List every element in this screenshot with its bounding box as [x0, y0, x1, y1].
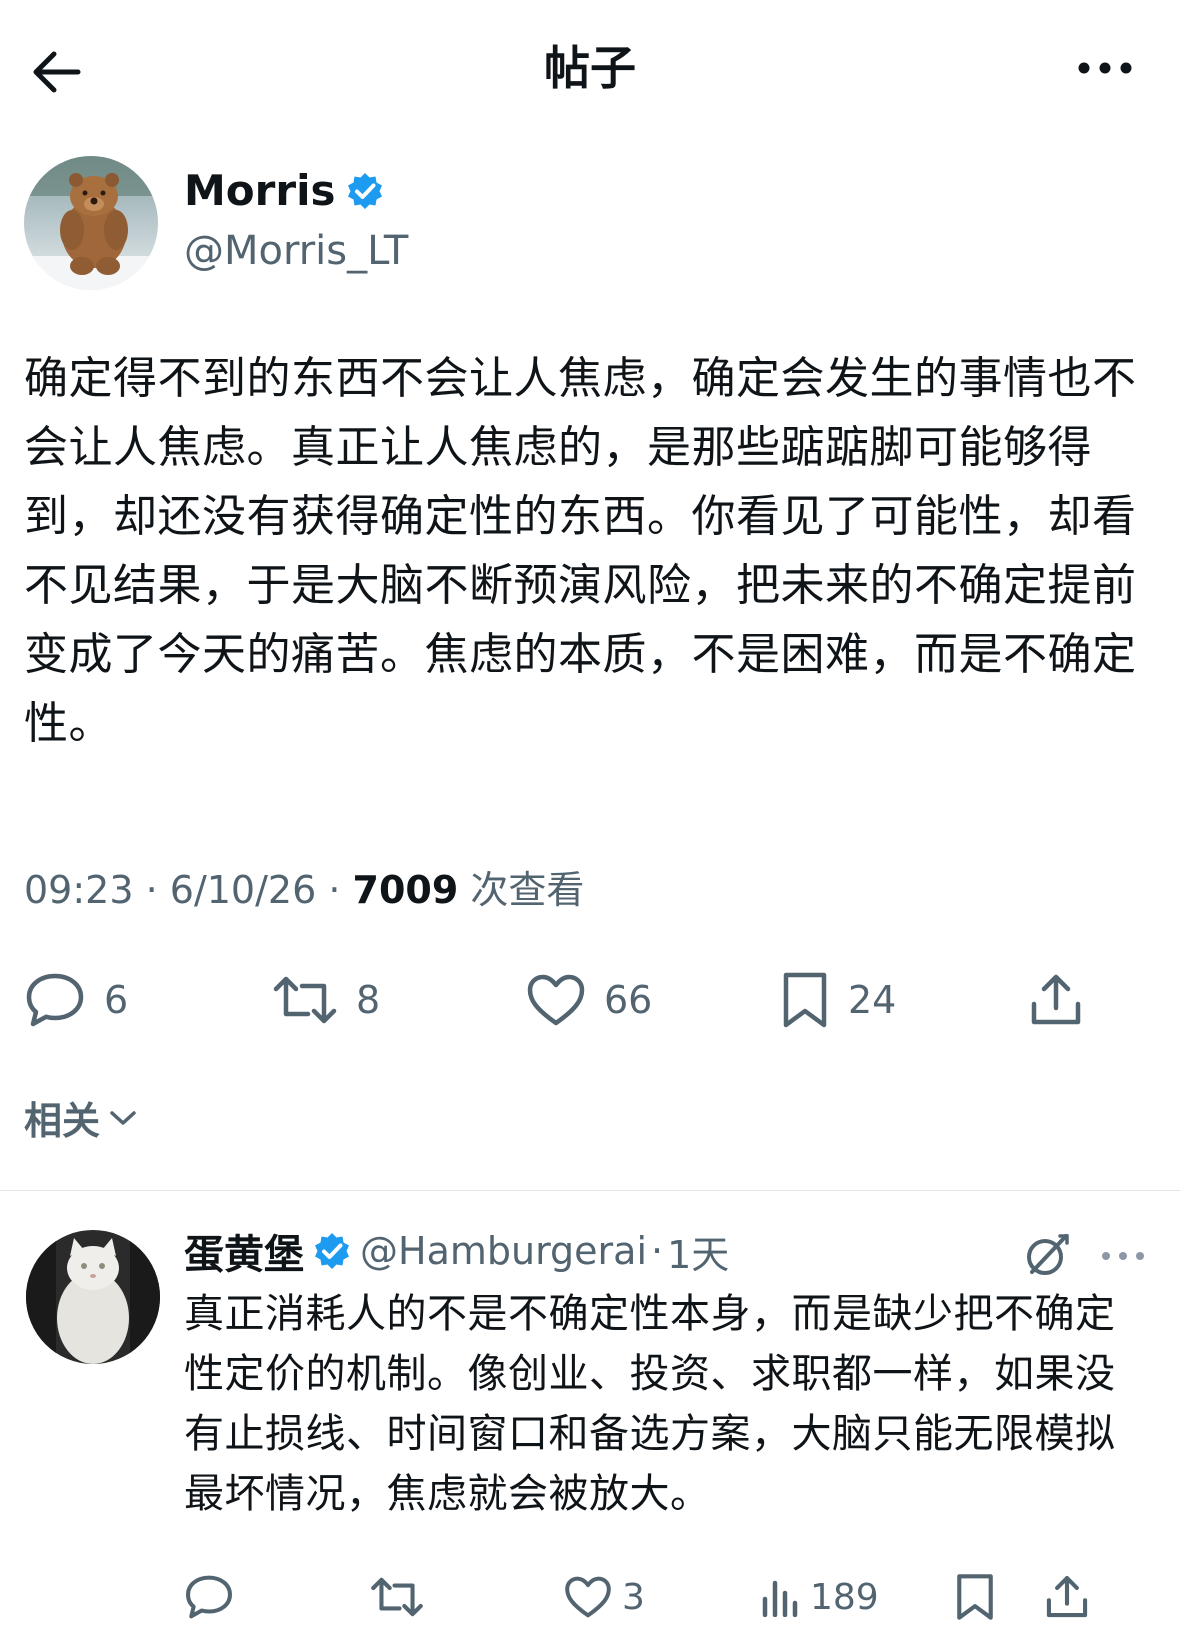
- author-avatar[interactable]: [24, 156, 158, 290]
- meta-separator: ·: [316, 868, 353, 912]
- repost-icon: [273, 976, 337, 1024]
- reply-header: 蛋黄堡 @Hamburgerai · 1天: [184, 1224, 729, 1278]
- reply-count: 6: [104, 978, 129, 1022]
- reply-icon: [26, 973, 84, 1027]
- more-horizontal-icon: [1078, 62, 1132, 74]
- post-time: 09:23: [24, 868, 134, 912]
- reply-button[interactable]: 6: [24, 960, 128, 1040]
- bookmark-icon: [783, 972, 827, 1028]
- reply-actions: 3 189: [184, 1562, 1154, 1632]
- reply-more-button[interactable]: [1100, 1236, 1150, 1276]
- more-button[interactable]: [1070, 48, 1140, 88]
- bookmark-count: 24: [848, 978, 897, 1022]
- reply-repost-button[interactable]: [370, 1562, 424, 1632]
- like-button[interactable]: 66: [526, 960, 652, 1040]
- reply-bookmark-button[interactable]: [954, 1562, 996, 1632]
- reply-post[interactable]: 蛋黄堡 @Hamburgerai · 1天 真正消耗人的不是不确定性本身，而是缺…: [0, 1200, 1180, 1652]
- more-horizontal-icon: [1102, 1252, 1144, 1260]
- share-icon: [1046, 1576, 1088, 1618]
- top-bar: 帖子: [0, 0, 1180, 140]
- author-handle[interactable]: @Morris_LT: [184, 226, 408, 276]
- heart-icon: [527, 974, 585, 1026]
- share-button[interactable]: [1028, 960, 1084, 1040]
- reply-body: 真正消耗人的不是不确定性本身，而是缺少把不确定性定价的机制。像创业、投资、求职都…: [184, 1291, 1116, 1517]
- repost-count: 8: [356, 978, 381, 1022]
- divider: [0, 1190, 1180, 1191]
- bear-avatar-image: [24, 156, 158, 290]
- reply-reply-button[interactable]: [184, 1562, 234, 1632]
- cat-avatar-image: [26, 1230, 160, 1364]
- author-name[interactable]: Morris: [184, 166, 335, 216]
- repost-button[interactable]: 8: [272, 960, 380, 1040]
- reply-time: 1天: [667, 1232, 730, 1277]
- related-label: 相关: [24, 1099, 101, 1143]
- view-count: 7009: [352, 868, 459, 912]
- post-meta: 09:23 · 6/10/26 · 7009 次查看: [24, 866, 584, 914]
- bookmark-icon: [957, 1574, 993, 1620]
- meta-separator: ·: [133, 868, 170, 912]
- grok-button[interactable]: [1022, 1230, 1072, 1280]
- page-title: 帖子: [544, 41, 636, 95]
- reply-icon: [186, 1575, 232, 1619]
- share-icon: [1031, 974, 1081, 1025]
- reply-author-handle[interactable]: @Hamburgerai: [360, 1229, 647, 1273]
- reply-like-count: 3: [622, 1576, 645, 1618]
- reply-avatar[interactable]: [26, 1230, 160, 1364]
- post-author: Morris @Morris_LT: [24, 156, 1154, 291]
- reply-like-button[interactable]: 3: [564, 1562, 645, 1632]
- verified-badge-icon: [348, 173, 383, 209]
- heart-icon: [565, 1576, 611, 1618]
- post-body: 确定得不到的东西不会让人焦虑，确定会发生的事情也不会让人焦虑。真正让人焦虑的，是…: [24, 353, 1137, 749]
- reply-view-count: 189: [810, 1576, 879, 1618]
- repost-icon: [371, 1577, 423, 1617]
- related-toggle[interactable]: 相关: [24, 1090, 138, 1145]
- reply-time-separator: ·: [651, 1229, 664, 1273]
- like-count: 66: [604, 978, 653, 1022]
- post-date: 6/10/26: [169, 868, 317, 912]
- chevron-down-icon: [110, 1110, 136, 1125]
- analytics-icon: [762, 1580, 798, 1617]
- view-label: 次查看: [458, 868, 585, 912]
- verified-badge-icon: [315, 1233, 349, 1269]
- post-actions: 6 8 66 24: [24, 960, 1156, 1040]
- reply-share-button[interactable]: [1044, 1562, 1090, 1632]
- reply-author-name[interactable]: 蛋黄堡: [184, 1222, 304, 1280]
- grok-icon: [1027, 1234, 1069, 1275]
- bookmark-button[interactable]: 24: [780, 960, 896, 1040]
- reply-views-button[interactable]: 189: [760, 1562, 879, 1632]
